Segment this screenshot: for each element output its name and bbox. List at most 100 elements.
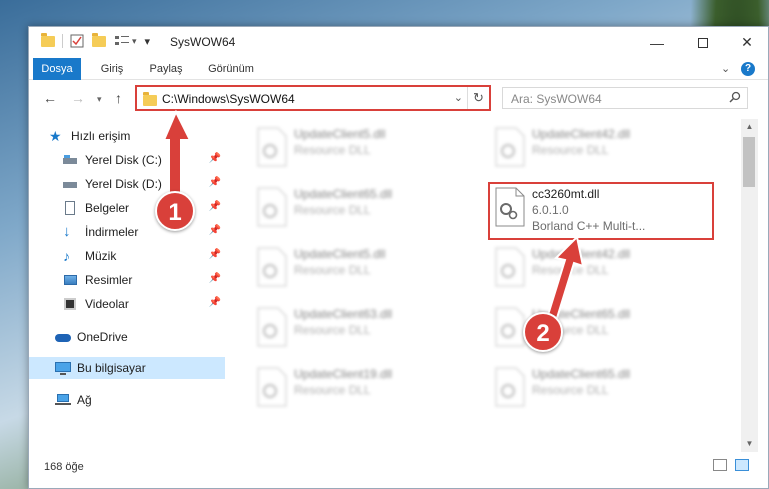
file-description: Resource DLL: [294, 383, 371, 397]
nav-item-local-disk-c[interactable]: Yerel Disk (C:) 📌: [29, 149, 225, 171]
file-name: UpdateClient65.dll: [294, 187, 393, 201]
file-description: Resource DLL: [294, 203, 371, 217]
title-bar: ▾ ▾ SysWOW64 — ✕: [29, 27, 768, 58]
dll-file-icon: [257, 247, 287, 287]
view-options-icon[interactable]: [114, 34, 130, 48]
nav-item-downloads[interactable]: ↓ İndirmeler 📌: [29, 221, 225, 243]
recent-locations-chevron-icon[interactable]: ▾: [97, 94, 102, 105]
maximize-icon: [698, 37, 708, 48]
scroll-up-icon[interactable]: ▲: [741, 119, 758, 135]
file-description: Borland C++ Multi-t...: [532, 219, 646, 233]
scrollbar-thumb[interactable]: [743, 137, 755, 187]
dll-file-icon: [495, 307, 525, 347]
minimize-button[interactable]: —: [634, 27, 680, 58]
nav-item-documents[interactable]: Belgeler 📌: [29, 197, 225, 219]
file-item[interactable]: UpdateClient63.dll Resource DLL: [248, 303, 468, 359]
details-view-icon[interactable]: [713, 459, 727, 471]
drive-icon: [63, 153, 79, 167]
pin-icon[interactable]: 📌: [209, 153, 221, 164]
nav-item-videos[interactable]: Videolar 📌: [29, 293, 225, 315]
maximize-button[interactable]: [680, 27, 726, 58]
forward-arrow-icon[interactable]: →: [71, 90, 85, 106]
minimize-icon: —: [650, 34, 664, 51]
properties-icon[interactable]: [70, 34, 84, 48]
file-name: UpdateClient42.dll: [532, 247, 631, 261]
drive-icon: [63, 177, 79, 191]
download-arrow-icon: ↓: [63, 223, 71, 240]
file-list: UpdateClient5.dll Resource DLL UpdateCli…: [228, 119, 740, 452]
chevron-down-icon[interactable]: ▾: [132, 36, 137, 47]
tab-share[interactable]: Paylaş: [141, 58, 191, 80]
pin-icon[interactable]: 📌: [209, 201, 221, 212]
tab-home[interactable]: Giriş: [91, 58, 133, 80]
nav-item-label: Ağ: [77, 393, 92, 407]
file-description: Resource DLL: [532, 263, 609, 277]
nav-item-pictures[interactable]: Resimler 📌: [29, 269, 225, 291]
back-arrow-icon[interactable]: ←: [43, 90, 57, 106]
dll-file-icon: [257, 187, 287, 227]
nav-item-local-disk-d[interactable]: Yerel Disk (D:) 📌: [29, 173, 225, 195]
file-name: UpdateClient65.dll: [532, 367, 631, 381]
file-item[interactable]: UpdateClient42.dll Resource DLL: [486, 243, 706, 299]
vertical-scrollbar[interactable]: ▲ ▼: [741, 119, 758, 452]
refresh-icon[interactable]: ↻: [467, 87, 489, 109]
nav-item-label: Yerel Disk (D:): [85, 177, 162, 191]
nav-item-label: Belgeler: [85, 201, 130, 215]
up-arrow-icon[interactable]: ↑: [115, 90, 122, 106]
search-input[interactable]: Ara: SysWOW64: [502, 87, 748, 109]
tab-view[interactable]: Görünüm: [201, 58, 261, 80]
pin-icon[interactable]: 📌: [209, 273, 221, 284]
nav-item-label: Bu bilgisayar: [77, 361, 146, 375]
close-button[interactable]: ✕: [724, 27, 769, 58]
dll-file-icon: [495, 187, 525, 227]
close-icon: ✕: [741, 34, 753, 50]
file-item[interactable]: UpdateClient5.dll Resource DLL: [248, 243, 468, 299]
status-bar: 168 öğe: [29, 453, 768, 489]
nav-item-onedrive[interactable]: OneDrive: [29, 326, 225, 348]
file-description: Resource DLL: [532, 143, 609, 157]
file-item[interactable]: UpdateClient42.dll Resource DLL: [486, 123, 706, 179]
pin-icon[interactable]: 📌: [209, 249, 221, 260]
large-icons-view-icon[interactable]: [735, 459, 749, 471]
file-item-cc3260mt[interactable]: cc3260mt.dll 6.0.1.0 Borland C++ Multi-t…: [486, 183, 706, 239]
divider: [62, 34, 63, 48]
new-folder-icon[interactable]: [92, 32, 106, 47]
expand-ribbon-icon[interactable]: ⌄: [721, 62, 730, 75]
nav-item-network[interactable]: Ağ: [29, 389, 225, 411]
dll-file-icon: [257, 307, 287, 347]
dll-file-icon: [495, 247, 525, 287]
nav-quick-access-label: Hızlı erişim: [71, 129, 131, 143]
file-description: Resource DLL: [294, 323, 371, 337]
file-item[interactable]: UpdateClient19.dll Resource DLL: [248, 363, 468, 419]
customize-toolbar-icon[interactable]: ▾: [145, 35, 151, 48]
pin-icon[interactable]: 📌: [209, 297, 221, 308]
nav-item-music[interactable]: ♪ Müzik 📌: [29, 245, 225, 267]
pictures-icon: [63, 273, 79, 287]
address-dropdown-icon[interactable]: ⌄: [454, 91, 463, 104]
nav-item-label: OneDrive: [77, 330, 128, 344]
address-path[interactable]: C:\Windows\SysWOW64: [162, 92, 295, 106]
file-item[interactable]: UpdateClient65.dll Resource DLL: [486, 303, 706, 359]
explorer-window: ▾ ▾ SysWOW64 — ✕ Dosya Giriş Paylaş Görü…: [28, 26, 769, 489]
file-item[interactable]: UpdateClient5.dll Resource DLL: [248, 123, 468, 179]
nav-item-this-pc[interactable]: Bu bilgisayar: [29, 357, 225, 379]
dll-file-icon: [495, 127, 525, 167]
file-item[interactable]: UpdateClient65.dll Resource DLL: [486, 363, 706, 419]
file-name: UpdateClient42.dll: [532, 127, 631, 141]
step-badge-1: 1: [155, 191, 195, 231]
pin-icon[interactable]: 📌: [209, 225, 221, 236]
nav-quick-access[interactable]: ★ Hızlı erişim: [29, 125, 225, 147]
video-film-icon: [63, 297, 79, 311]
star-icon: ★: [49, 128, 62, 144]
pin-icon[interactable]: 📌: [209, 177, 221, 188]
file-item[interactable]: UpdateClient65.dll Resource DLL: [248, 183, 468, 239]
search-icon[interactable]: [729, 91, 741, 103]
scroll-down-icon[interactable]: ▼: [741, 436, 758, 452]
address-bar[interactable]: C:\Windows\SysWOW64 ⌄ ↻: [135, 85, 491, 111]
cloud-icon: [55, 330, 71, 344]
tab-file[interactable]: Dosya: [33, 58, 81, 80]
navigation-pane: ★ Hızlı erişim Yerel Disk (C:) 📌 Yerel D…: [29, 119, 225, 459]
navigation-bar: ← → ▾ ↑ C:\Windows\SysWOW64 ⌄ ↻ Ara: Sys…: [29, 82, 768, 116]
dll-file-icon: [495, 367, 525, 407]
help-icon[interactable]: ?: [741, 62, 755, 76]
